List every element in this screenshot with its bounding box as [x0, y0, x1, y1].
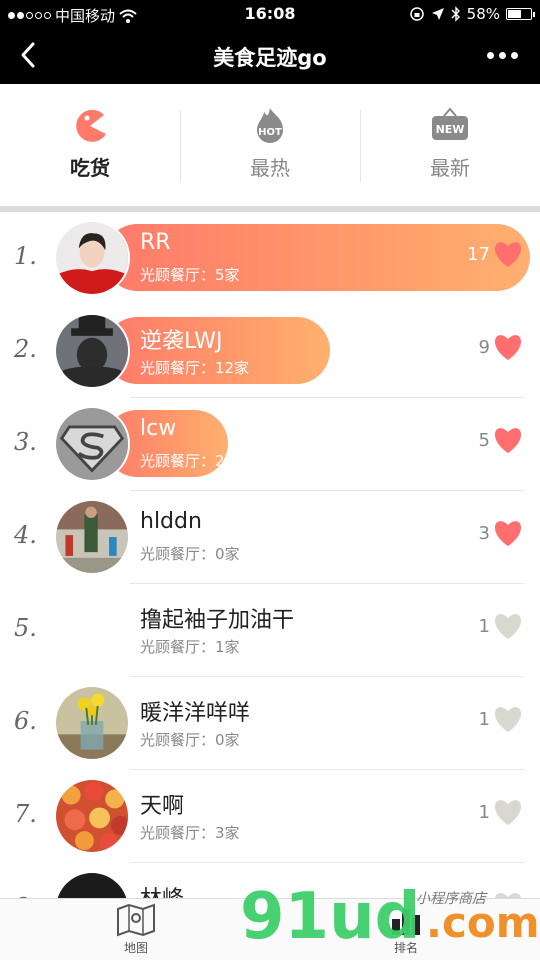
- user-name: 天啊: [140, 794, 185, 819]
- page-title: 美食足迹go: [213, 46, 327, 70]
- visit-count: 光顾餐厅：2家: [140, 452, 240, 470]
- tab-foodie[interactable]: 吃货: [0, 84, 180, 206]
- hot-icon: HOT: [257, 108, 283, 143]
- new-badge: NEW: [436, 123, 465, 136]
- rank-number: 2.: [14, 335, 37, 363]
- list-item[interactable]: 6. 暖洋洋咩咩 光顾餐厅：0家 1: [0, 677, 540, 770]
- user-name: lcw: [140, 416, 177, 441]
- avatar-image: [56, 501, 128, 573]
- bluetooth-icon: [451, 6, 460, 22]
- heart-icon[interactable]: [492, 796, 524, 826]
- ranking-list: 1. RR 光顾餐厅：5家 17 2. 逆袭LWJ 光顾餐厅：12家 9 3. …: [0, 212, 540, 898]
- list-item[interactable]: 4. hlddn 光顾餐厅：0家 3: [0, 491, 540, 584]
- list-item[interactable]: 3. lcw 光顾餐厅：2家 5: [0, 398, 540, 491]
- user-name: 暖洋洋咩咩: [140, 701, 251, 726]
- user-name: 林峰: [140, 881, 184, 898]
- list-item[interactable]: 5. 撸起袖子加油干 光顾餐厅：1家 1: [0, 584, 540, 677]
- battery-percent: 58%: [466, 5, 500, 23]
- tab-new-label: 最新: [430, 156, 470, 180]
- heart-icon[interactable]: [492, 517, 524, 547]
- avatar-image: [56, 873, 128, 898]
- heart-icon[interactable]: [492, 703, 524, 733]
- tab-map-label: 地图: [123, 941, 148, 955]
- heart-icon[interactable]: [492, 238, 524, 268]
- heart-icon[interactable]: [492, 331, 524, 361]
- tab-foodie-label: 吃货: [70, 156, 110, 180]
- map-icon: [117, 903, 155, 937]
- visit-count: 光顾餐厅：0家: [140, 731, 240, 749]
- avatar: [54, 778, 130, 854]
- tab-hot[interactable]: HOT 最热: [180, 84, 360, 206]
- pacman-icon: [76, 109, 106, 142]
- avatar-image: [56, 222, 128, 294]
- rank-number: 3.: [14, 428, 37, 456]
- avatar: [54, 685, 130, 761]
- battery-icon: [506, 8, 535, 20]
- status-bar: 中国移动 16:08 58%: [0, 0, 540, 28]
- avatar: [54, 406, 130, 482]
- tab-hot-label: 最热: [250, 156, 290, 180]
- rank-number: 4.: [14, 521, 37, 549]
- more-menu-button[interactable]: [487, 52, 518, 59]
- status-right: 58%: [409, 5, 535, 23]
- list-item[interactable]: 7. 天啊 光顾餐厅：3家 1: [0, 770, 540, 863]
- like-count: 3: [478, 523, 490, 544]
- list-item[interactable]: 2. 逆袭LWJ 光顾餐厅：12家 9: [0, 305, 540, 398]
- tab-new[interactable]: NEW 最新: [360, 84, 540, 206]
- avatar: [54, 871, 130, 898]
- tab-map[interactable]: 地图: [96, 903, 176, 956]
- user-name: hlddn: [140, 509, 202, 534]
- avatar: [54, 220, 130, 296]
- rank-number: 6.: [14, 707, 37, 735]
- avatar: [54, 499, 130, 575]
- hot-badge: HOT: [258, 127, 282, 138]
- like-count: 9: [478, 337, 490, 358]
- avatar-image: [56, 408, 128, 480]
- tab-ranking[interactable]: 排名: [366, 903, 446, 956]
- nav-bar: 美食足迹go: [0, 28, 540, 84]
- heart-icon[interactable]: [492, 889, 524, 898]
- new-icon: NEW: [432, 107, 468, 140]
- user-name: RR: [140, 230, 171, 255]
- rank-number: 7.: [14, 800, 37, 828]
- visit-count: 光顾餐厅：12家: [140, 359, 250, 377]
- location-icon: [431, 8, 444, 20]
- list-item[interactable]: 1. RR 光顾餐厅：5家 17: [0, 212, 540, 305]
- bottom-tab-bar: 地图 排名: [0, 898, 540, 960]
- rank-number: 1.: [14, 242, 37, 270]
- avatar-image: [56, 780, 128, 852]
- like-count: 1: [478, 709, 490, 730]
- heart-icon[interactable]: [492, 610, 524, 640]
- tab-ranking-label: 排名: [393, 941, 418, 955]
- ranking-icon: [392, 909, 420, 935]
- rank-number: 5.: [14, 614, 37, 642]
- like-count: 1: [478, 802, 490, 823]
- user-name: 撸起袖子加油干: [140, 608, 295, 633]
- category-tabs: 吃货 HOT 最热 NEW 最新: [0, 84, 540, 206]
- avatar-image: [56, 315, 128, 387]
- rotation-lock-icon: [409, 7, 424, 21]
- visit-count: 光顾餐厅：5家: [140, 266, 240, 284]
- avatar-image: [56, 687, 128, 759]
- heart-icon[interactable]: [492, 424, 524, 454]
- list-item[interactable]: 8. 林峰: [0, 863, 540, 898]
- like-count: 1: [478, 616, 490, 637]
- avatar: [54, 313, 130, 389]
- like-count: 17: [467, 244, 490, 265]
- like-count: 5: [478, 430, 490, 451]
- visit-count: 光顾餐厅：1家: [140, 638, 240, 656]
- visit-count: 光顾餐厅：0家: [140, 545, 240, 563]
- user-name: 逆袭LWJ: [140, 329, 223, 354]
- visit-count: 光顾餐厅：3家: [140, 824, 240, 842]
